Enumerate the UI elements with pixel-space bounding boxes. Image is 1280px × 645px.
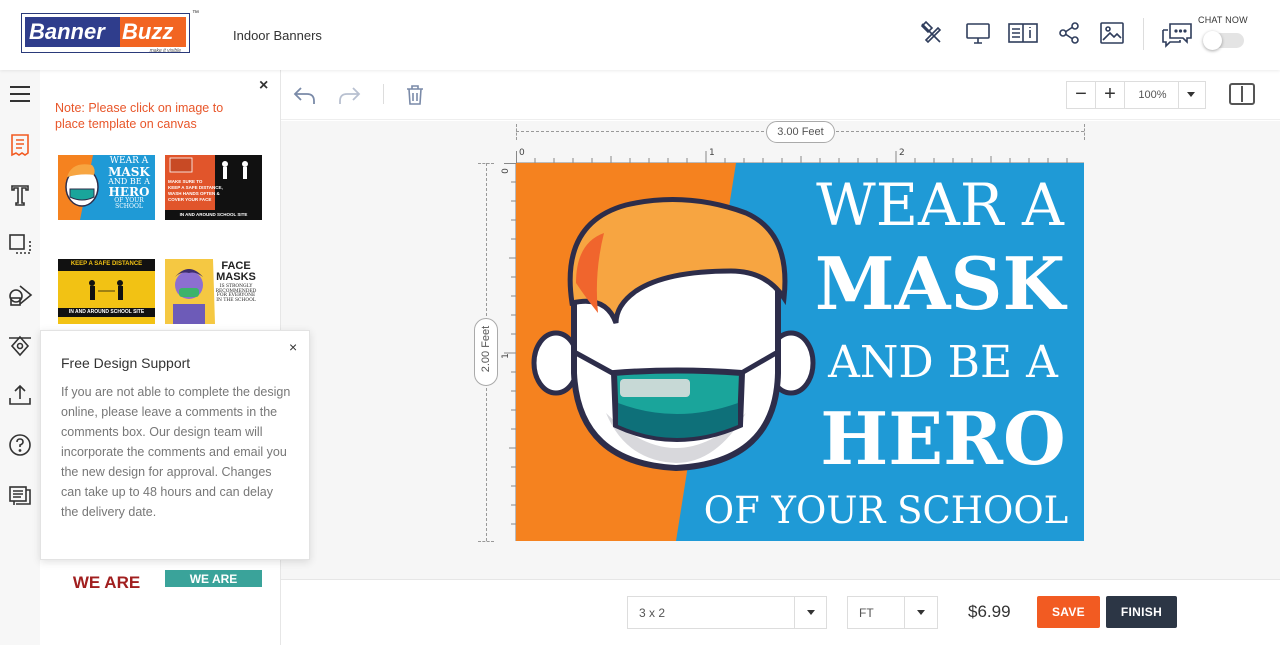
- chat-icon[interactable]: [1160, 20, 1192, 48]
- ruler-top-1: 1: [709, 148, 715, 158]
- delete-icon[interactable]: [402, 82, 428, 108]
- width-dimension-label: 3.00 Feet: [766, 121, 835, 143]
- size-select-value: 3 x 2: [639, 606, 666, 620]
- zoom-control: − + 100%: [1066, 81, 1206, 109]
- unit-select-divider: [904, 597, 905, 628]
- undo-icon[interactable]: [292, 82, 318, 108]
- ruler-top: 0 1 2: [516, 146, 1084, 163]
- upload-icon[interactable]: [7, 382, 33, 408]
- support-body: If you are not able to complete the desi…: [61, 385, 291, 519]
- template-thumb-face-masks[interactable]: FACE MASKS IS STRONGLY RECOMMENDED FOR E…: [165, 259, 262, 324]
- logo-text-right: Buzz: [120, 17, 186, 47]
- banner-line-3: AND BE A: [828, 337, 1058, 388]
- thumb2-line5: IN AND AROUND SCHOOL SITE: [165, 210, 262, 220]
- logo-tagline: make it visible: [149, 48, 181, 54]
- share-icon[interactable]: [1056, 20, 1082, 46]
- image-icon[interactable]: [1099, 20, 1125, 46]
- redo-icon[interactable]: [336, 82, 362, 108]
- zoom-value[interactable]: 100%: [1127, 82, 1179, 108]
- chat-toggle[interactable]: [1203, 31, 1244, 50]
- logo-trademark: ™: [192, 10, 199, 17]
- finish-button[interactable]: FINISH: [1106, 596, 1177, 628]
- product-title: Indoor Banners: [233, 28, 322, 43]
- size-select-caret-icon: [807, 610, 815, 615]
- text-icon[interactable]: [7, 182, 33, 208]
- size-select[interactable]: 3 x 2: [627, 596, 827, 629]
- toolbar-divider: [383, 84, 384, 104]
- thumb1-line5: OF YOUR SCHOOL: [114, 197, 144, 210]
- ruler-left: 0 1: [500, 163, 516, 541]
- thumb4-line2: MASKS: [216, 271, 256, 283]
- thumb6-line1: WE ARE: [189, 572, 238, 586]
- left-rail: [0, 70, 40, 645]
- ruler-left-1: 1: [500, 353, 511, 359]
- support-title: Free Design Support: [61, 355, 191, 371]
- size-select-divider: [794, 597, 795, 628]
- help-icon[interactable]: [7, 432, 33, 458]
- panel-note: Note: Please click on image to place tem…: [55, 101, 224, 131]
- banner-line-4: HERO: [820, 396, 1066, 481]
- template-thumb-wash-hands[interactable]: MAKE SURE TO KEEP A SAFE DISTANCE, WASH …: [165, 155, 262, 220]
- unit-select-caret-icon: [917, 610, 925, 615]
- comments-icon[interactable]: [7, 482, 33, 508]
- zoom-in-button[interactable]: +: [1096, 82, 1125, 108]
- copy-layers-icon[interactable]: [7, 232, 33, 258]
- zoom-dropdown-icon[interactable]: [1187, 92, 1195, 97]
- banner-line-2: MASK: [814, 241, 1066, 326]
- banner-line-1: WEAR A: [816, 171, 1064, 239]
- panel-close-button[interactable]: ×: [259, 77, 268, 95]
- canvas-toolbar: − + 100%: [281, 70, 1280, 120]
- thumb2-line4: COVER YOUR FACE: [168, 197, 212, 202]
- ruler-left-0: 0: [500, 168, 511, 174]
- support-close-button[interactable]: ×: [289, 339, 297, 355]
- thumb4-line6: IN THE SCHOOL: [216, 297, 256, 303]
- menu-icon[interactable]: [7, 81, 33, 107]
- templates-icon[interactable]: [7, 132, 33, 158]
- zoom-out-button[interactable]: −: [1067, 82, 1096, 108]
- thumb5-line1: WE ARE: [72, 573, 141, 590]
- banner-line-5: OF YOUR SCHOOL: [703, 489, 1069, 532]
- panel-toggle-icon[interactable]: [1229, 83, 1255, 105]
- ruler-top-2: 2: [899, 148, 905, 158]
- thumb3-line1: KEEP A SAFE DISTANCE: [70, 261, 143, 267]
- template-thumb-we-are-red[interactable]: WE ARE: [58, 570, 155, 590]
- shapes-icon[interactable]: [7, 282, 33, 308]
- bottom-bar: 3 x 2 FT $6.99 SAVE FINISH: [281, 579, 1280, 645]
- unit-select-value: FT: [859, 606, 874, 620]
- logo-text-left: Banner: [25, 17, 120, 47]
- mask-highlight: [620, 379, 690, 397]
- header-divider: [1143, 18, 1144, 50]
- banner-canvas[interactable]: WEAR A MASK AND BE A HERO OF YOUR SCHOOL: [516, 163, 1084, 541]
- thumb3-line2: IN AND AROUND SCHOOL SITE: [68, 309, 145, 315]
- header: Banner Buzz make it visible ™ Indoor Ban…: [0, 0, 1280, 70]
- height-dimension-label: 2.00 Feet: [474, 318, 498, 386]
- no-design-icon[interactable]: [918, 20, 944, 46]
- height-dimension-tick-top: [478, 163, 494, 164]
- ruler-top-0: 0: [519, 148, 525, 158]
- bannerbuzz-logo[interactable]: Banner Buzz make it visible ™: [21, 10, 199, 54]
- chat-now-label: CHAT NOW: [1198, 15, 1248, 25]
- guide-icon[interactable]: [1008, 20, 1038, 46]
- template-thumb-we-are-teal[interactable]: WE ARE: [165, 570, 262, 587]
- width-dimension-tick-right: [1084, 124, 1085, 140]
- save-button[interactable]: SAVE: [1037, 596, 1100, 628]
- preview-icon[interactable]: [965, 20, 991, 46]
- template-thumb-safe-distance[interactable]: KEEP A SAFE DISTANCE IN AND AROUND SCHOO…: [58, 259, 155, 324]
- design-support-popup: Free Design Support × If you are not abl…: [40, 330, 310, 560]
- height-dimension-text: 2.00 Feet: [480, 325, 492, 373]
- price: $6.99: [968, 602, 1011, 621]
- width-dimension-tick-left: [516, 124, 517, 140]
- chat-toggle-knob: [1203, 31, 1222, 50]
- clipart-icon[interactable]: [7, 332, 33, 358]
- height-dimension-tick-bottom: [478, 541, 494, 542]
- unit-select[interactable]: FT: [847, 596, 938, 629]
- template-thumb-mask-hero[interactable]: WEAR A MASK AND BE A HERO OF YOUR SCHOOL: [58, 155, 155, 220]
